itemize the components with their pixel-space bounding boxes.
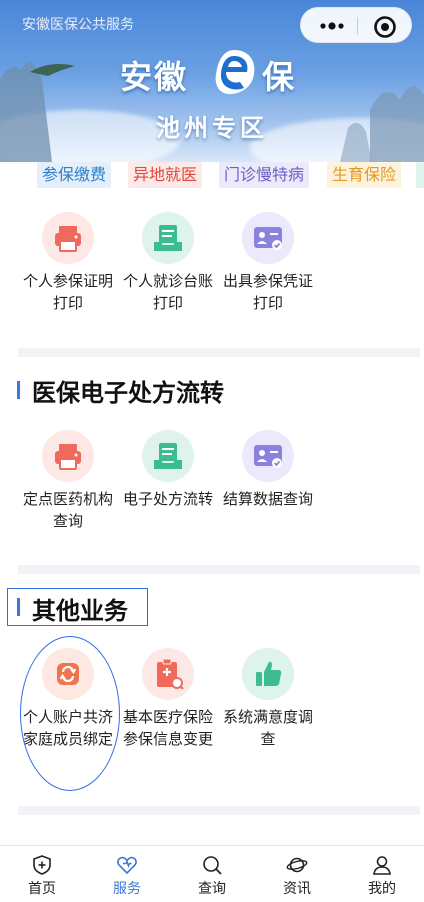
- planet-icon: [286, 857, 308, 873]
- user-icon: [373, 856, 391, 875]
- close-target-icon[interactable]: [373, 15, 397, 39]
- section-divider: [18, 806, 420, 815]
- service-item-label: 出具参保凭证打印: [222, 272, 313, 312]
- mini-program-capsule: [300, 7, 412, 43]
- nav-label: 首页: [28, 881, 56, 897]
- more-icon[interactable]: [317, 17, 347, 35]
- service-item-label: 个人参保证明打印: [22, 272, 113, 312]
- nav-services[interactable]: 服务: [85, 846, 169, 902]
- section-divider: [18, 565, 420, 574]
- nav-news[interactable]: 资讯: [255, 846, 339, 902]
- nav-query[interactable]: 查询: [170, 846, 254, 902]
- circle-annotation: [20, 636, 120, 791]
- logo-text-left: 安徽: [120, 58, 189, 96]
- section-divider: [18, 348, 420, 357]
- printer-icon: [42, 212, 94, 264]
- bottom-navigation: 首页 服务 查询 资讯 我的: [0, 845, 424, 902]
- search-icon: [203, 856, 222, 875]
- tab-maternity-insurance[interactable]: 生育保险: [327, 162, 402, 188]
- shield-plus-icon: [33, 855, 51, 875]
- clipboard-icon: [142, 648, 194, 700]
- service-item-label: 系统满意度调查: [222, 708, 313, 748]
- nav-label: 我的: [368, 881, 396, 897]
- header-banner: 安徽医保公共服务 安徽 保 池州专区: [0, 0, 424, 162]
- section-title-other: 其他业务: [32, 597, 128, 625]
- nav-label: 服务: [113, 881, 141, 897]
- tab-insurance-payment[interactable]: 参保缴费: [37, 162, 112, 188]
- tab-remote-medical[interactable]: 异地就医: [128, 162, 203, 188]
- service-item-label: 定点医药机构查询: [22, 490, 113, 530]
- nav-mine[interactable]: 我的: [340, 846, 424, 902]
- section-title-prescription: 医保电子处方流转: [32, 379, 224, 407]
- section-accent-bar: [17, 381, 20, 399]
- document-tray-icon: [142, 212, 194, 264]
- logo-text-right: 保: [262, 58, 297, 96]
- e-logo-icon: [215, 50, 255, 94]
- app-logo: 安徽 保: [120, 48, 310, 98]
- tab-overflow: [416, 162, 424, 188]
- id-card-icon: [242, 212, 294, 264]
- service-title: 安徽医保公共服务: [22, 17, 134, 33]
- service-item-label: 个人就诊台账打印: [122, 272, 213, 312]
- document-tray-icon: [142, 430, 194, 482]
- heart-icon: [117, 856, 137, 875]
- region-subtitle: 池州专区: [156, 113, 268, 142]
- tab-outpatient-chronic[interactable]: 门诊慢特病: [219, 162, 310, 188]
- service-item-label: 结算数据查询: [222, 490, 313, 508]
- nav-home[interactable]: 首页: [0, 846, 84, 902]
- nav-label: 资讯: [283, 881, 311, 897]
- printer-icon: [42, 430, 94, 482]
- thumbs-up-icon: [242, 648, 294, 700]
- service-item-label: 基本医疗保险参保信息变更: [122, 708, 213, 748]
- section-accent-bar: [17, 598, 20, 616]
- id-card-icon: [242, 430, 294, 482]
- category-tabs: 参保缴费 异地就医 门诊慢特病 生育保险: [0, 162, 424, 190]
- nav-label: 查询: [198, 881, 226, 897]
- capsule-divider: [357, 17, 358, 35]
- service-item-label: 电子处方流转: [122, 490, 213, 508]
